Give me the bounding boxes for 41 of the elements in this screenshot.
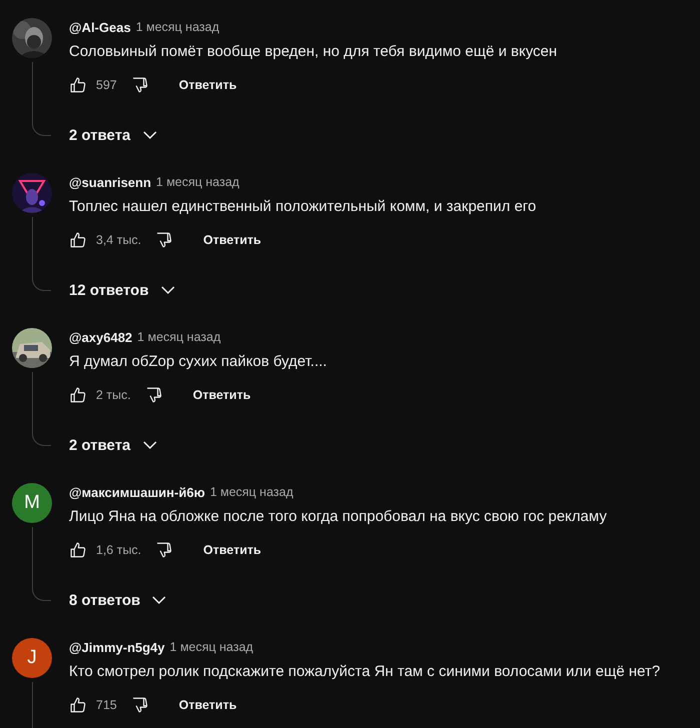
replies-toggle[interactable]: 2 ответа bbox=[69, 117, 159, 153]
comment-text: Я думал обZор сухих пайков будет.... bbox=[69, 352, 327, 372]
replies-toggle[interactable]: 2 ответа bbox=[69, 427, 159, 463]
replies-toggle[interactable]: 8 ответов bbox=[69, 582, 168, 618]
comment-time[interactable]: 1 месяц назад bbox=[170, 640, 254, 654]
like-icon[interactable] bbox=[69, 76, 87, 94]
author-name[interactable]: @Al-Geas bbox=[69, 20, 131, 34]
reply-button[interactable]: Ответить bbox=[164, 70, 251, 100]
reply-button[interactable]: Ответить bbox=[189, 535, 276, 565]
author-name[interactable]: @Jimmy-n5g4y bbox=[69, 640, 165, 654]
like-count: 3,4 тыс. bbox=[96, 233, 142, 247]
dislike-icon[interactable] bbox=[155, 541, 174, 559]
comment-time[interactable]: 1 месяц назад bbox=[156, 175, 240, 189]
comment-time[interactable]: 1 месяц назад bbox=[137, 330, 221, 344]
like-icon[interactable] bbox=[69, 696, 87, 714]
dislike-icon[interactable] bbox=[144, 386, 163, 404]
author-name[interactable]: @suanrisenn bbox=[69, 174, 152, 190]
reply-button[interactable]: Ответить bbox=[164, 690, 251, 720]
author-name[interactable]: @axy6482 bbox=[69, 330, 132, 344]
like-icon[interactable] bbox=[69, 386, 87, 404]
like-count: 2 тыс. bbox=[96, 388, 131, 402]
comment-time[interactable]: 1 месяц назад bbox=[136, 20, 220, 34]
dislike-icon[interactable] bbox=[155, 231, 174, 249]
dislike-icon[interactable] bbox=[130, 76, 149, 94]
comment-text: Лицо Яна на обложке после того когда попробовал на вкус свою гос рекламу bbox=[69, 507, 607, 527]
reply-button[interactable]: Ответить bbox=[178, 380, 265, 410]
comment-time[interactable]: 1 месяц назад bbox=[210, 485, 294, 499]
author-name[interactable]: @максимшашин-й6ю bbox=[69, 484, 205, 500]
comment-text: Топлес нашел единственный положительный комм, и закрепил его bbox=[69, 197, 536, 217]
dislike-icon[interactable] bbox=[130, 696, 149, 714]
reply-button[interactable]: Ответить bbox=[189, 225, 276, 255]
like-count: 1,6 тыс. bbox=[96, 543, 142, 557]
like-icon[interactable] bbox=[69, 231, 87, 249]
like-count: 715 bbox=[96, 698, 117, 712]
comment-text: Кто смотрел ролик подскажите пожалуйста Ян там с синими волосами или ещё нет? bbox=[69, 662, 660, 682]
like-icon[interactable] bbox=[69, 541, 87, 559]
like-count: 597 bbox=[96, 78, 117, 92]
replies-toggle[interactable]: 12 ответов bbox=[69, 272, 177, 308]
comment-text: Соловьиный помёт вообще вреден, но для тебя видимо ещё и вкусен bbox=[69, 42, 558, 62]
avatar[interactable]: М bbox=[12, 483, 52, 523]
avatar[interactable]: J bbox=[12, 638, 52, 678]
